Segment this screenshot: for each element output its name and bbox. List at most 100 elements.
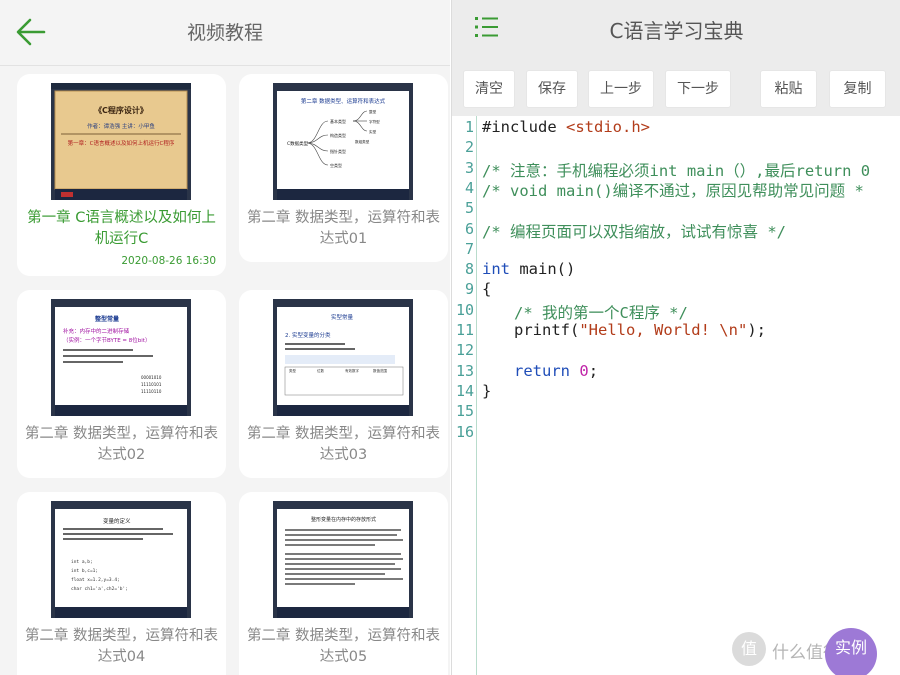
code-token: #include (482, 118, 566, 136)
video-card[interactable]: 实型常量 2. 实型变量的分类 类型 位数 有效数字 数值范围 第二章 数据类型… (239, 290, 448, 478)
code-line: return 0; (514, 362, 598, 380)
slide-value: 00001010 (141, 375, 162, 380)
copy-button[interactable]: 复制 (829, 70, 886, 108)
page-title: 视频教程 (186, 22, 263, 44)
code-line: int main() (482, 260, 575, 278)
code-line: /* 编程页面可以双指缩放，试试有惊喜 */ (482, 222, 786, 241)
video-title: 第二章 数据类型，运算符和表达式04 (24, 628, 219, 665)
line-number: 10 (455, 300, 474, 319)
slide-code-line: int a,b; (71, 559, 93, 565)
code-token: printf( (514, 321, 580, 339)
line-number: 5 (464, 199, 474, 218)
slide-author: 作者：谭浩强 主讲：小甲鱼 (87, 122, 155, 130)
slide-subtitle: 第一章：C语言概述以及如何上机运行C程序 (68, 139, 175, 147)
line-number: 12 (455, 341, 474, 360)
line-number: 9 (464, 280, 474, 299)
slide-code-line: char ch1='a',ch2='b'; (71, 586, 128, 592)
line-number: 6 (464, 219, 474, 238)
video-card[interactable]: 整形变量在内存中的存放形式 第二章 数据类型，运算符和表达式05 (239, 492, 448, 675)
line-number: 15 (455, 402, 474, 421)
slide-value: 11110101 (141, 382, 162, 387)
slide-leaf: 字符型 (369, 119, 380, 124)
slide-example: （实例：一个字节BYTE = 8位bit） (63, 336, 150, 344)
video-thumbnail: 整形变量在内存中的存放形式 (273, 501, 413, 618)
line-number: 4 (464, 178, 474, 197)
video-card[interactable]: 变量的定义 int a,b; int b,c=1; float x=1.2,y=… (17, 492, 226, 675)
slide-heading: 整形变量在内存中的存放形式 (311, 516, 376, 523)
line-number: 3 (464, 158, 474, 177)
editor-toolbar: 清空 保存 上一步 下一步 粘贴 复制 (452, 70, 900, 110)
slide-heading: 第二章 数据类型、运算符和表达式 (301, 97, 386, 105)
video-card[interactable]: 第二章 数据类型、运算符和表达式 C数据类型 基本类型 构造类型 指针类型 空类… (239, 74, 448, 262)
code-line: /* void main()编译不通过，原因见帮助常见问题 * (482, 181, 864, 200)
video-thumbnail: 实型常量 2. 实型变量的分类 类型 位数 有效数字 数值范围 (273, 299, 413, 416)
slide-branch: 空类型 (330, 162, 342, 168)
line-number: 7 (464, 239, 474, 258)
slide-subtitle: 补充：内存中的二进制存储 (63, 327, 130, 335)
slide-center: C数据类型 (287, 140, 309, 147)
editor-header: C语言学习宝典 (452, 0, 900, 58)
line-number: 8 (464, 260, 474, 279)
slide-value: 11110110 (141, 389, 162, 394)
code-token: 0 (579, 361, 589, 380)
line-number-gutter: 1 2 3 4 5 6 7 8 9 10 11 12 13 14 15 16 (452, 116, 477, 675)
slide-heading: 《C程序设计》 (94, 105, 148, 115)
code-token: int (482, 260, 510, 279)
video-thumbnail: 变量的定义 int a,b; int b,c=1; float x=1.2,y=… (51, 501, 191, 618)
slide-heading: 整型常量 (94, 315, 119, 323)
video-title: 第二章 数据类型，运算符和表达式03 (246, 426, 441, 463)
watermark-logo: 值 (732, 632, 766, 666)
slide-leaf: 实型 (369, 129, 377, 134)
code-line: printf("Hello, World! \n"); (514, 321, 766, 339)
app-title: C语言学习宝典 (609, 19, 744, 43)
video-title: 第二章 数据类型，运算符和表达式05 (246, 628, 441, 665)
code-token: <stdio.h> (566, 118, 650, 136)
code-line: /* 注意：手机编程必须int main（）,最后return 0 (482, 161, 871, 180)
video-title: 第二章 数据类型，运算符和表达式01 (246, 210, 441, 247)
video-thumbnail: 《C程序设计》 作者：谭浩强 主讲：小甲鱼 第一章：C语言概述以及如何上机运行C… (51, 83, 191, 200)
save-button[interactable]: 保存 (526, 70, 578, 108)
slide-branch: 指针类型 (330, 148, 346, 154)
slide-code-line: float x=1.2,y=3.4; (71, 577, 120, 583)
code-line: { (482, 280, 492, 299)
slide-leaf: 数组类型 (355, 139, 370, 144)
video-thumbnail: 整型常量 补充：内存中的二进制存储 （实例：一个字节BYTE = 8位bit） … (51, 299, 191, 416)
paste-button[interactable]: 粘贴 (760, 70, 817, 108)
line-number: 1 (464, 118, 474, 136)
slide-branch: 构造类型 (330, 132, 346, 138)
code-line: /* 我的第一个C程序 */ (514, 303, 688, 322)
video-title: 第二章 数据类型，运算符和表达式02 (24, 426, 219, 463)
code-token: return (514, 361, 570, 380)
line-number: 11 (455, 321, 474, 339)
line-number: 2 (464, 138, 474, 157)
slide-leaf: 整型 (369, 109, 377, 114)
code-token: ); (747, 321, 766, 339)
code-editor-panel: C语言学习宝典 清空 保存 上一步 下一步 粘贴 复制 1 2 3 4 5 6 … (451, 0, 900, 675)
slide-table-header: 数值范围 (373, 368, 387, 373)
code-token: main() (510, 260, 576, 279)
slide-heading: 实型常量 (331, 313, 354, 321)
slide-table-header: 类型 (289, 368, 297, 373)
slide-branch: 基本类型 (330, 118, 346, 124)
line-number: 14 (455, 381, 474, 400)
video-date: 2020-08-26 16:30 (121, 255, 216, 267)
code-line: #include <stdio.h> (482, 118, 650, 136)
clear-button[interactable]: 清空 (463, 70, 515, 108)
example-fab-button[interactable]: 实例 (825, 628, 877, 675)
video-title: 第一章 C语言概述以及如何上机运行C (27, 210, 216, 247)
slide-table-header: 有效数字 (345, 368, 359, 373)
video-header: 视频教程 (0, 0, 450, 66)
code-editor[interactable]: 1 2 3 4 5 6 7 8 9 10 11 12 13 14 15 16 #… (452, 116, 900, 675)
slide-heading: 变量的定义 (103, 517, 131, 525)
line-number: 13 (455, 361, 474, 380)
redo-button[interactable]: 下一步 (665, 70, 731, 108)
undo-button[interactable]: 上一步 (588, 70, 654, 108)
video-tutorial-panel: 视频教程 《C程序设计》 作者：谭浩强 主讲：小甲鱼 第一章：C语言概述以及如何… (0, 0, 450, 675)
slide-table-header: 位数 (317, 368, 325, 373)
video-card[interactable]: 《C程序设计》 作者：谭浩强 主讲：小甲鱼 第一章：C语言概述以及如何上机运行C… (17, 74, 226, 276)
video-card[interactable]: 整型常量 补充：内存中的二进制存储 （实例：一个字节BYTE = 8位bit） … (17, 290, 226, 478)
video-thumbnail: 第二章 数据类型、运算符和表达式 C数据类型 基本类型 构造类型 指针类型 空类… (273, 83, 413, 200)
slide-code-line: int b,c=1; (71, 568, 98, 574)
slide-subtitle: 2. 实型变量的分类 (285, 331, 331, 339)
code-line: } (482, 381, 492, 400)
